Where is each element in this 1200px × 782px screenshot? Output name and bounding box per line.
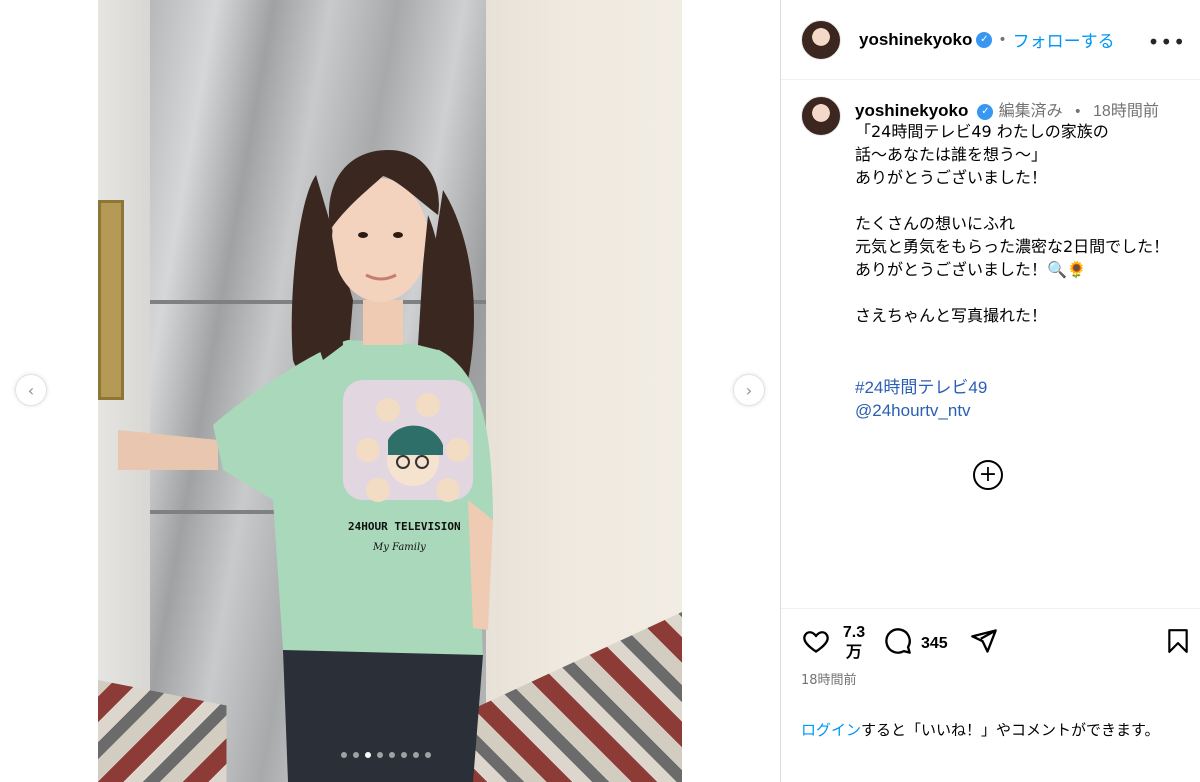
previous-photo-button[interactable]: ‹ bbox=[15, 374, 47, 406]
separator-dot: • bbox=[998, 31, 1007, 48]
carousel-dot-active bbox=[365, 752, 371, 758]
chevron-right-icon: › bbox=[745, 380, 753, 400]
login-link[interactable]: ログイン bbox=[801, 721, 861, 739]
action-row: 7.3 万 345 bbox=[801, 623, 1191, 669]
login-prompt: ログインすると「いいね！」やコメントができます。 bbox=[801, 719, 1186, 741]
verified-badge-icon: ✓ bbox=[977, 103, 994, 120]
carousel-dot bbox=[401, 752, 407, 758]
login-prompt-text: すると「いいね！」やコメントができます。 bbox=[861, 721, 1160, 739]
header-username[interactable]: yoshinekyoko bbox=[859, 30, 972, 50]
mention-link[interactable]: @24hourtv_ntv bbox=[855, 399, 987, 422]
post-timestamp[interactable]: 18時間前 bbox=[801, 669, 857, 688]
caption-username[interactable]: yoshinekyoko bbox=[855, 101, 968, 120]
plus-circle-icon: + bbox=[978, 462, 998, 487]
caption-avatar[interactable] bbox=[801, 96, 841, 136]
load-more-comments-button[interactable]: + bbox=[973, 460, 1003, 490]
media-panel: 24HOUR TELEVISION My Family ‹ › bbox=[0, 0, 780, 782]
caption-area: yoshinekyoko ✓ 編集済み • 18時間前 「24時間テレビ49 わ… bbox=[781, 80, 1200, 608]
separator-dot: • bbox=[1073, 104, 1082, 120]
comment-icon[interactable] bbox=[883, 627, 913, 655]
chevron-left-icon: ‹ bbox=[27, 380, 35, 400]
post-actions: 7.3 万 345 18時間前 ログインすると「いいね！」やコメントができます。 bbox=[781, 608, 1200, 782]
like-count-unit: 万 bbox=[845, 644, 862, 661]
carousel-dot bbox=[341, 752, 347, 758]
more-options-icon[interactable]: ••• bbox=[1148, 30, 1186, 54]
heart-icon[interactable] bbox=[801, 627, 831, 655]
share-icon[interactable] bbox=[969, 627, 999, 655]
carousel-dot bbox=[413, 752, 419, 758]
caption-header: yoshinekyoko ✓ 編集済み • 18時間前 bbox=[855, 97, 1159, 121]
caption-text: 「24時間テレビ49 わたしの家族の 話〜あなたは誰を想う〜」 ありがとうござい… bbox=[855, 122, 1170, 325]
post-header: yoshinekyoko ✓ • フォローする ••• bbox=[781, 0, 1200, 80]
post-photo: 24HOUR TELEVISION My Family bbox=[98, 0, 682, 782]
bookmark-icon[interactable] bbox=[1165, 627, 1191, 655]
verified-badge-icon: ✓ bbox=[976, 31, 993, 48]
like-count[interactable]: 7.3 万 bbox=[839, 623, 869, 663]
edited-label: 編集済み bbox=[998, 103, 1063, 120]
carousel-dot bbox=[377, 752, 383, 758]
hashtag-link[interactable]: #24時間テレビ49 bbox=[855, 376, 987, 399]
carousel-dot bbox=[389, 752, 395, 758]
carousel-dot bbox=[353, 752, 359, 758]
caption-links: #24時間テレビ49 @24hourtv_ntv bbox=[855, 376, 987, 422]
follow-button[interactable]: フォローする bbox=[1013, 27, 1115, 52]
carousel-indicator bbox=[341, 752, 431, 758]
comment-count[interactable]: 345 bbox=[921, 635, 948, 653]
post-side-panel: yoshinekyoko ✓ • フォローする ••• yoshinekyoko… bbox=[781, 0, 1200, 782]
shirt-text-1: 24HOUR TELEVISION bbox=[348, 520, 461, 533]
shirt-text-2: My Family bbox=[372, 542, 426, 553]
like-count-number: 7.3 bbox=[842, 624, 866, 641]
avatar[interactable] bbox=[801, 19, 841, 60]
carousel-dot bbox=[425, 752, 431, 758]
photo-person: 24HOUR TELEVISION My Family bbox=[118, 150, 493, 782]
next-photo-button[interactable]: › bbox=[733, 374, 765, 406]
caption-time[interactable]: 18時間前 bbox=[1093, 103, 1159, 120]
